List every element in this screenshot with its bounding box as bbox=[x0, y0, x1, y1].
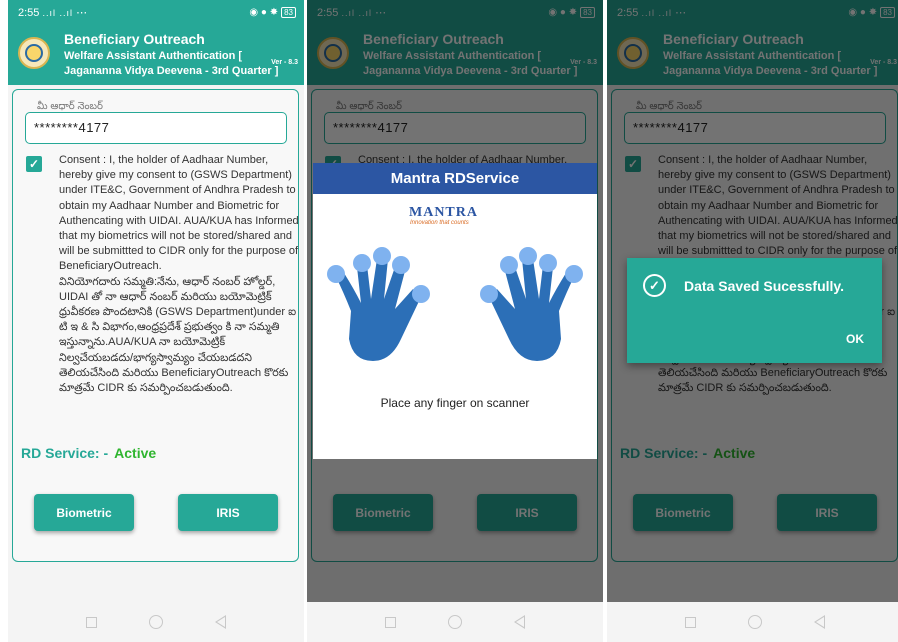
government-logo-icon bbox=[18, 37, 50, 69]
ok-button[interactable]: OK bbox=[846, 332, 864, 346]
dialog-title: Mantra RDService bbox=[313, 163, 597, 194]
back-icon[interactable] bbox=[814, 615, 825, 629]
status-bar: 2:55 ..ıl ..ıl ⋯ ◉ ● ✸83 bbox=[8, 0, 304, 24]
success-dialog: ✓ Data Saved Sucessfully. OK bbox=[627, 258, 882, 363]
phone-screen-form: 2:55 ..ıl ..ıl ⋯ ◉ ● ✸ 83 Beneficiary Out… bbox=[8, 0, 304, 642]
back-icon[interactable] bbox=[215, 615, 226, 629]
home-icon[interactable] bbox=[448, 615, 462, 629]
biometric-button[interactable]: Biometric bbox=[34, 494, 134, 531]
phone-screen-rdservice: 2:55 ..ıl ..ıl ⋯ ◉ ● ✸83 Beneficiary Out… bbox=[307, 0, 603, 642]
rdservice-dialog: Mantra RDService MANTRA Innovation that … bbox=[313, 163, 597, 459]
nav-bar bbox=[307, 602, 603, 642]
recent-apps-icon[interactable] bbox=[685, 616, 696, 628]
app-bar: Beneficiary Outreach Welfare Assistant A… bbox=[8, 24, 304, 85]
consent-telugu: వినియోగదారు సమ్మతి:నేను, ఆధార్ నంబర్ హోల… bbox=[59, 275, 297, 395]
more-icon: ⋯ bbox=[76, 6, 88, 19]
recent-apps-icon[interactable] bbox=[86, 616, 97, 628]
recent-apps-icon[interactable] bbox=[385, 616, 396, 628]
right-hand-icon bbox=[480, 247, 583, 361]
mantra-logo: MANTRA bbox=[409, 205, 478, 220]
consent-text: Consent : I, the holder of Aadhaar Numbe… bbox=[59, 153, 299, 396]
check-circle-icon: ✓ bbox=[643, 274, 666, 297]
battery-icon: 83 bbox=[281, 6, 296, 18]
phone-screen-saved: 2:55 ..ıl ..ıl ⋯ ◉ ● ✸83 Beneficiary Out… bbox=[607, 0, 898, 642]
nav-bar bbox=[607, 602, 898, 642]
clock: 2:55 bbox=[18, 6, 40, 19]
version-label: Ver - 8.3 bbox=[271, 59, 298, 66]
consent-checkbox[interactable]: ✓ bbox=[26, 156, 42, 172]
auth-card: మీ ఆధార్ నెంబర్ ********4177 ✓ Consent :… bbox=[12, 89, 299, 562]
app-title: Beneficiary Outreach bbox=[64, 31, 205, 47]
mantra-tagline: Innovation that counts bbox=[410, 220, 469, 226]
consent-english: Consent : I, the holder of Aadhaar Numbe… bbox=[59, 154, 299, 273]
rd-service-label: RD Service: - bbox=[21, 445, 109, 461]
nav-bar bbox=[8, 602, 304, 642]
dialog-message: Place any finger on scanner bbox=[380, 396, 530, 410]
hands-illustration bbox=[327, 247, 583, 361]
rd-service-value: Active bbox=[114, 445, 157, 461]
iris-button[interactable]: IRIS bbox=[178, 494, 278, 531]
success-message: Data Saved Sucessfully. bbox=[684, 278, 845, 294]
home-icon[interactable] bbox=[748, 615, 762, 629]
screenshot-row: 2:55 ..ıl ..ıl ⋯ ◉ ● ✸ 83 Beneficiary Out… bbox=[0, 0, 898, 642]
status-icons: ◉ ● ✸ bbox=[249, 6, 279, 18]
rd-service-status: RD Service: - Active bbox=[21, 445, 156, 461]
app-subtitle: Welfare Assistant Authentication [ Jagan… bbox=[64, 50, 279, 77]
aadhaar-input[interactable]: ********4177 bbox=[25, 112, 287, 144]
left-hand-icon bbox=[327, 247, 430, 361]
back-icon[interactable] bbox=[514, 615, 525, 629]
home-icon[interactable] bbox=[149, 615, 163, 629]
signal-icon: ..ıl ..ıl bbox=[42, 7, 73, 18]
